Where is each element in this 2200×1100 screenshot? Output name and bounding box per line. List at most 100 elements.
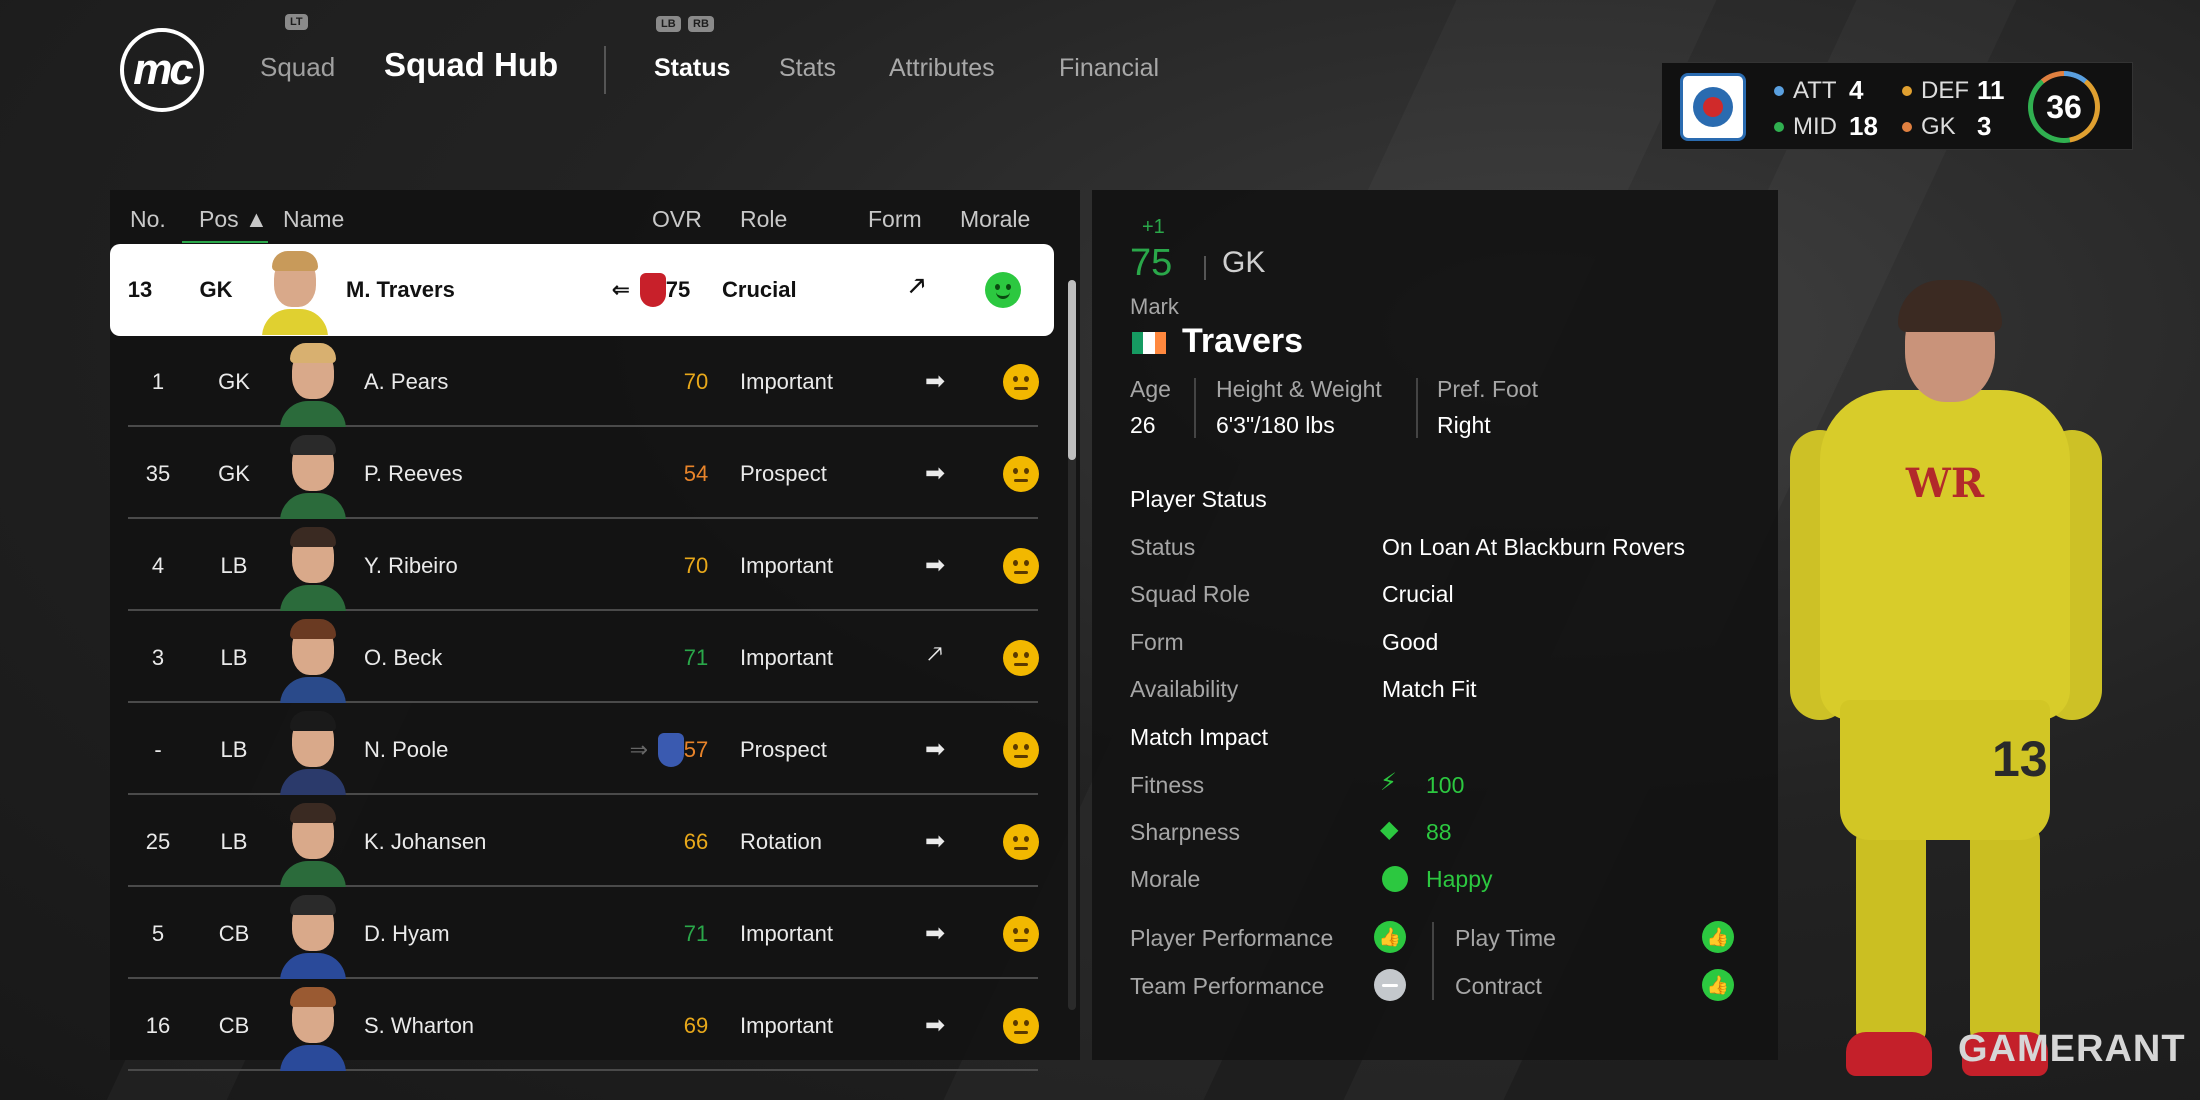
player-portrait: [278, 796, 350, 887]
player-ovr: 57: [683, 736, 709, 762]
ireland-flag-icon: [1132, 332, 1166, 354]
player-name: A. Pears: [364, 368, 449, 394]
form-arrow-icon: 🡕: [927, 641, 943, 668]
form-arrow-icon: ➡: [924, 828, 946, 855]
morale-cell: [976, 796, 1066, 887]
player-portrait: [278, 612, 350, 703]
col-header-ovr[interactable]: OVR: [652, 206, 702, 233]
impact-divider: [1432, 922, 1434, 1000]
morale-cell: [976, 888, 1066, 979]
pref-foot-label: Pref. Foot: [1437, 376, 1538, 402]
neutral-face-icon: [1003, 915, 1039, 952]
player-number: 5: [151, 920, 165, 946]
happy-face-icon: [1382, 866, 1408, 892]
mc-logo: mc: [120, 28, 204, 112]
morale-cell: [976, 520, 1066, 611]
player-role: Important: [740, 552, 833, 578]
player-role: Important: [740, 1012, 833, 1038]
col-header-form[interactable]: Form: [868, 206, 922, 233]
fitness-value: 100: [1426, 772, 1465, 798]
table-row[interactable]: 5 CB D. Hyam 71 Important ➡: [128, 888, 1039, 979]
att-count: ATT 4: [1774, 75, 1863, 106]
player-position: CB: [218, 920, 250, 946]
col-header-role[interactable]: Role: [740, 206, 787, 233]
table-row[interactable]: 1 GK A. Pears 70 Important ➡: [128, 336, 1039, 427]
morale-cell: [976, 612, 1066, 703]
player-status-heading: Player Status: [1130, 486, 1267, 512]
table-row[interactable]: - LB N. Poole ⇒ 57 Prospect ➡: [128, 704, 1039, 795]
player-role: Important: [740, 368, 833, 394]
squad-total: 36: [2033, 76, 2095, 138]
att-dot-icon: [1774, 85, 1784, 96]
neutral-face-icon: [1003, 639, 1039, 676]
height-weight-label: Height & Weight: [1216, 376, 1382, 402]
table-row[interactable]: 25 LB K. Johansen 66 Rotation ➡: [128, 796, 1039, 887]
player-portrait: [278, 336, 350, 427]
table-row[interactable]: 4 LB Y. Ribeiro 70 Important ➡: [128, 520, 1039, 611]
morale-label: Morale: [1130, 866, 1201, 892]
play-time-label: Play Time: [1455, 925, 1556, 951]
neutral-icon: [1374, 969, 1406, 1001]
morale-cell: [976, 704, 1066, 795]
col-header-name[interactable]: Name: [283, 206, 344, 233]
form-value: Good: [1382, 629, 1439, 655]
neutral-face-icon: [1003, 731, 1039, 768]
team-performance-label: Team Performance: [1130, 973, 1325, 999]
bio-divider: [1194, 378, 1196, 438]
neutral-face-icon: [1003, 547, 1039, 584]
fitness-label: Fitness: [1130, 772, 1205, 798]
form-label: Form: [1130, 629, 1184, 655]
availability-label: Availability: [1130, 676, 1239, 702]
table-row[interactable]: 13 GK M. Travers ⇐ 75 Crucial 🡕: [110, 244, 1054, 336]
player-number: 35: [145, 460, 171, 486]
mid-dot-icon: [1774, 121, 1784, 132]
tab-status[interactable]: Status: [654, 54, 730, 83]
squad-table: No. Pos ▲ Name OVR Role Form Morale 1 GK A…: [110, 190, 1080, 1071]
nav-squad[interactable]: Squad: [260, 52, 335, 83]
player-position: GK: [218, 460, 250, 486]
gk-dot-icon: [1902, 121, 1912, 132]
player-number: -: [154, 736, 162, 762]
table-row[interactable]: 16 CB S. Wharton 69 Important ➡: [128, 980, 1039, 1071]
status-label: Status: [1130, 534, 1196, 560]
ovr-change: +1: [1142, 216, 1165, 238]
table-scroll-thumb[interactable]: [1068, 280, 1076, 460]
tab-attributes[interactable]: Attributes: [889, 54, 995, 83]
player-number: 13: [127, 276, 153, 302]
player-position: LB: [220, 552, 248, 578]
player-model: WR 13: [1780, 280, 2110, 1100]
table-row[interactable]: 3 LB O. Beck 71 Important 🡕: [128, 612, 1039, 703]
morale-cell: [976, 980, 1066, 1071]
player-name: K. Johansen: [364, 828, 487, 854]
player-position: CB: [218, 1012, 250, 1038]
tab-stats[interactable]: Stats: [779, 54, 836, 83]
player-role: Prospect: [740, 736, 827, 762]
availability-value: Match Fit: [1382, 676, 1477, 702]
shirt-number: 13: [1992, 731, 2048, 787]
player-name: Y. Ribeiro: [364, 552, 458, 578]
col-header-no[interactable]: No.: [130, 206, 166, 233]
gk-count: GK 3: [1902, 111, 1991, 142]
player-ovr: 69: [683, 1012, 709, 1038]
morale-cell: [958, 244, 1048, 335]
player-ovr: 70: [683, 552, 709, 578]
shirt-sponsor: WR: [1905, 460, 1985, 507]
player-first-name: Mark: [1130, 294, 1179, 319]
col-header-pos[interactable]: Pos ▲: [199, 206, 268, 233]
player-role: Important: [740, 644, 833, 670]
squad-role-label: Squad Role: [1130, 581, 1251, 607]
col-header-morale[interactable]: Morale: [960, 206, 1030, 233]
player-role: Rotation: [740, 828, 822, 854]
tab-financial[interactable]: Financial: [1059, 54, 1159, 83]
neutral-face-icon: [1003, 823, 1039, 860]
player-ovr: 71: [683, 920, 709, 946]
player-role: Crucial: [722, 276, 797, 302]
table-row[interactable]: 35 GK P. Reeves 54 Prospect ➡: [128, 428, 1039, 519]
morale-cell: [976, 428, 1066, 519]
def-count: DEF 11: [1902, 75, 2005, 106]
mid-count: MID 18: [1774, 111, 1878, 142]
nav-divider: [604, 46, 606, 94]
player-ovr: 70: [683, 368, 709, 394]
player-portrait: [260, 244, 332, 335]
ovr-divider: [1204, 256, 1206, 280]
